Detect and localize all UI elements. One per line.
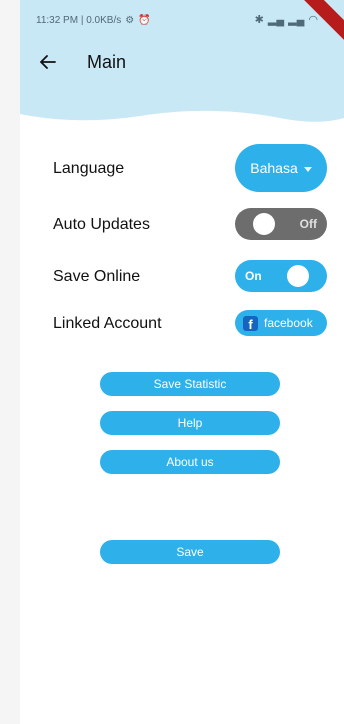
status-bar: 11:32 PM | 0.0KB/s ⚙ ⏰ ✱ ▂▄ ▂▄ ◠ [20,0,344,43]
signal-icon: ▂▄ [267,14,285,26]
linked-account-row: Linked Account f facebook [20,307,344,341]
linked-account-label: Linked Account [53,315,162,332]
save-statistic-button[interactable]: Save Statistic [100,372,280,396]
save-button[interactable]: Save [100,540,280,564]
facebook-button[interactable]: f facebook [235,310,327,336]
language-selected: Bahasa [250,160,298,176]
save-online-toggle[interactable]: On [235,260,327,292]
language-dropdown[interactable]: Bahasa [235,144,327,192]
toggle-knob [287,265,309,287]
back-button[interactable] [34,48,62,76]
save-online-row: Save Online On [20,260,344,294]
caret-down-icon [303,166,312,172]
status-right: ✱ ▂▄ ▂▄ ◠ [255,13,318,26]
status-left: 11:32 PM | 0.0KB/s ⚙ ⏰ [36,15,151,26]
app-screen: 11:32 PM | 0.0KB/s ⚙ ⏰ ✱ ▂▄ ▂▄ ◠ Main La… [20,0,344,724]
auto-updates-toggle[interactable]: Off [235,208,327,240]
auto-updates-label: Auto Updates [53,216,150,233]
page-title: Main [87,52,127,72]
about-us-button[interactable]: About us [100,450,280,474]
language-label: Language [53,160,125,177]
help-button[interactable]: Help [100,411,280,435]
toggle-knob [253,213,275,235]
status-time: 11:32 PM | 0.0KB/s [36,15,122,26]
save-online-label: Save Online [53,268,141,285]
alarm-icon: ⏰ [138,15,151,26]
signal-icon: ▂▄ [288,14,305,26]
app-bar: Main [20,40,344,84]
facebook-icon: f [243,315,258,331]
toggle-state-text: Off [299,217,317,231]
arrow-left-icon [40,55,56,69]
bluetooth-icon: ✱ [254,14,264,26]
language-row: Language Bahasa [20,144,344,192]
toggle-state-text: On [245,269,262,283]
header-wave [20,110,344,140]
auto-updates-row: Auto Updates Off [20,208,344,242]
settings-icon: ⚙ [125,15,135,26]
wifi-icon: ◠ [308,14,318,26]
facebook-label: facebook [264,316,313,330]
